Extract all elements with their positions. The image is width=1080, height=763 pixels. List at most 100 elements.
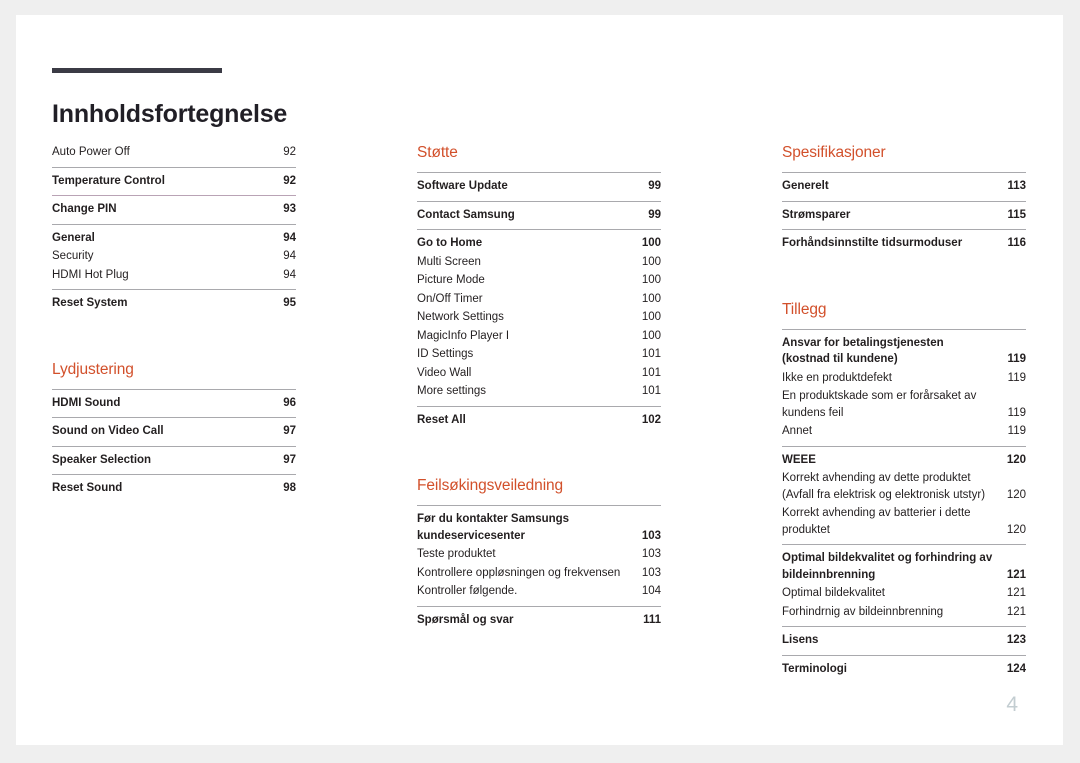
toc-entry[interactable]: Generelt 113 [782,177,1026,196]
toc-entry[interactable]: MagicInfo Player I 100 [417,327,661,346]
toc-entry[interactable]: Terminologi 124 [782,660,1026,679]
document-page: Innholdsfortegnelse Auto Power Off 92 Temp… [16,15,1063,745]
toc-entry[interactable]: Temperature Control 92 [52,172,296,191]
toc-group: Go to Home 100 Multi Screen 100 Picture Mode… [417,229,661,406]
toc-section: Tillegg Ansvar for betalingstjenesten (kos… [782,300,1026,684]
toc-entry-lastline: bildeinnbrenning 121 [782,567,1026,584]
toc-entry-lastline: kundens feil 119 [782,405,1026,422]
section-heading: Tillegg [782,300,827,318]
toc-entry-page: 103 [641,566,661,579]
toc-entry-page: 111 [643,613,661,626]
toc-entry[interactable]: Optimal bildekvalitet og forhindring av b… [782,549,1026,584]
toc-entry[interactable]: ID Settings 101 [417,345,661,364]
toc-entry[interactable]: Multi Screen 100 [417,253,661,272]
toc-entry[interactable]: Security 94 [52,247,296,266]
toc-entry-label: Kontroller følgende. [417,585,518,597]
toc-entry[interactable]: Reset All 102 [417,411,661,430]
toc-entry[interactable]: Contact Samsung 99 [417,206,661,225]
toc-entry-page: 97 [283,425,296,437]
toc-entry[interactable]: On/Off Timer 100 [417,290,661,309]
toc-entry-page: 96 [283,396,296,409]
toc-entry-label-line: En produktskade som er forårsaket av [782,390,977,402]
toc-entry[interactable]: Ansvar for betalingstjenesten (kostnad ti… [782,334,1026,369]
toc-entry[interactable]: Go to Home 100 [417,234,661,253]
toc-entry[interactable]: Korrekt avhending av dette produktet (Avf… [782,469,1026,504]
section-heading: Lydjustering [52,360,134,378]
toc-entry-label: Strømsparer [782,208,851,221]
toc-entry[interactable]: HDMI Sound 96 [52,394,296,413]
toc-entry-label-line: produktet [782,523,830,536]
section-heading: Feilsøkingsveiledning [417,477,564,494]
toc-entry-page: 94 [283,268,296,281]
toc-group: Temperature Control 92 [52,166,296,196]
toc-entry[interactable]: En produktskade som er forårsaket av kund… [782,387,1026,422]
toc-entry-page: 100 [641,255,661,268]
toc-entry-label: Video Wall [417,366,472,379]
toc-entry-page: 94 [283,250,296,262]
toc-entry[interactable]: Sound on Video Call 97 [52,422,296,441]
toc-group: General 94 Security 94 HDMI Hot Plug 94 [52,223,296,290]
toc-entry[interactable]: Speaker Selection 97 [52,451,296,470]
toc-entry-page: 123 [1006,634,1026,646]
toc-entry[interactable]: Change PIN 93 [52,200,296,219]
toc-entry[interactable]: General 94 [52,229,296,248]
toc-entry[interactable]: Teste produktet 103 [417,545,661,564]
toc-entry-page: 119 [1007,425,1026,437]
toc-entry[interactable]: Spørsmål og svar 111 [417,611,661,630]
toc-entry[interactable]: Korrekt avhending av batterier i dette pr… [782,504,1026,539]
toc-group: Før du kontakter Samsungs kundeservicesen… [417,505,661,606]
toc-entry-label-line: kundeservicesenter [417,529,526,542]
toc-entry-page: 99 [648,208,661,221]
toc-entry-page: 101 [641,385,661,397]
toc-entry[interactable]: More settings 101 [417,382,661,401]
toc-entry-label-line: bildeinnbrenning [782,568,876,581]
toc-entry[interactable]: Reset System 95 [52,294,296,313]
column-right: Spesifikasjoner Generelt 113 Strømsparer 115… [782,143,1026,683]
page-number: 4 [1006,693,1018,716]
toc-entry-page: 124 [1006,662,1026,675]
toc-entry[interactable]: Annet 119 [782,422,1026,441]
toc-section: Feilsøkingsveiledning Før du kontakter Sa… [417,476,661,634]
toc-entry-label-line: Korrekt avhending av dette produktet [782,472,971,484]
toc-entry-lastline: produktet 120 [782,522,1026,539]
toc-entry[interactable]: Software Update 99 [417,177,661,196]
page-title: Innholdsfortegnelse [52,99,288,128]
toc-entry[interactable]: Ikke en produktdefekt 119 [782,369,1026,388]
column-middle: Støtte Software Update 99 Contact Samsung 99… [417,143,661,683]
toc-entry[interactable]: Reset Sound 98 [52,479,296,498]
toc-entry-label: Teste produktet [417,548,496,560]
toc-entry-page: 119 [1007,371,1026,384]
toc-entry[interactable]: Optimal bildekvalitet 121 [782,584,1026,603]
toc-entry-label-line: kundens feil [782,406,844,419]
toc-entry[interactable]: Strømsparer 115 [782,206,1026,225]
toc-entry-page: 93 [283,203,296,215]
toc-entry-page: 119 [1007,353,1026,365]
toc-group: Change PIN 93 [52,195,296,224]
toc-entry[interactable]: Lisens 123 [782,631,1026,650]
toc-entry[interactable]: Video Wall 101 [417,364,661,383]
toc-entry[interactable]: Picture Mode 100 [417,271,661,290]
toc-entry-page: 120 [1006,453,1026,466]
toc-entry-label: Reset All [417,413,466,426]
toc-entry-page: 94 [283,231,296,244]
toc-entry[interactable]: Auto Power Off 92 [52,143,296,162]
toc-group: WEEE 120 Korrekt avhending av dette produk… [782,445,1026,545]
column-left: Auto Power Off 92 Temperature Control 92 Cha… [52,143,296,683]
toc-entry-label: Forhåndsinnstilte tidsurmoduser [782,237,963,249]
toc-entry[interactable]: Forhåndsinnstilte tidsurmoduser 116 [782,234,1026,253]
toc-entry-page: 100 [641,329,661,342]
toc-entry[interactable]: WEEE 120 [782,451,1026,470]
toc-entry-label-line: Korrekt avhending av batterier i dette [782,507,971,519]
toc-entry[interactable]: Kontrollere oppløsningen og frekvensen 10… [417,564,661,583]
toc-entry[interactable]: Network Settings 100 [417,308,661,327]
toc-entry[interactable]: Kontroller følgende. 104 [417,582,661,601]
toc-entry-label: MagicInfo Player I [417,329,510,342]
toc-entry[interactable]: Før du kontakter Samsungs kundeservicesen… [417,510,661,545]
toc-entry-label: Spørsmål og svar [417,613,514,626]
section-heading: Spesifikasjoner [782,144,886,161]
toc-group: Optimal bildekvalitet og forhindring av b… [782,544,1026,626]
toc-section: Spesifikasjoner Generelt 113 Strømsparer 115… [782,143,1026,258]
toc-entry[interactable]: HDMI Hot Plug 94 [52,266,296,285]
toc-entry[interactable]: Forhindrnig av bildeinnbrenning 121 [782,603,1026,622]
toc-entry-page: 120 [1006,523,1026,536]
